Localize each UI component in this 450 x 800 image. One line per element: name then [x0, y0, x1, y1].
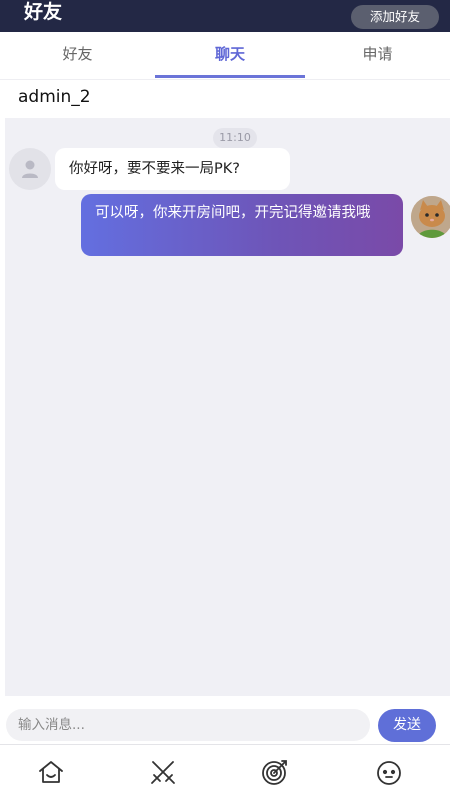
nav-profile[interactable] — [374, 757, 404, 787]
tab-chat[interactable]: 聊天 — [155, 32, 305, 78]
page-title: 好友 — [24, 1, 63, 23]
target-icon — [262, 760, 287, 785]
tab-bar: 好友 聊天 申请 — [0, 32, 450, 80]
composer-bar: 发送 — [0, 700, 450, 744]
message-bubble-outgoing: 可以呀，你来开房间吧，开完记得邀请我哦 — [81, 194, 403, 256]
partner-avatar[interactable] — [9, 148, 51, 190]
home-icon — [39, 761, 63, 783]
message-list[interactable]: 11:10 你好呀，要不要来一局PK? 可以呀，你来开房间吧，开完记得邀请我哦 — [5, 118, 450, 696]
message-bubble-incoming: 你好呀，要不要来一局PK? — [55, 148, 290, 190]
tab-friends[interactable]: 好友 — [0, 32, 155, 78]
message-input[interactable] — [6, 709, 370, 741]
add-friend-button[interactable]: 添加好友 — [351, 5, 439, 29]
chat-partner-name: admin_2 — [18, 87, 91, 107]
nav-battle[interactable] — [148, 757, 178, 787]
tab-requests[interactable]: 申请 — [305, 32, 450, 78]
user-placeholder-icon — [22, 160, 38, 178]
my-avatar[interactable] — [411, 196, 450, 238]
message-timestamp: 11:10 — [213, 128, 257, 148]
bottom-navigation — [0, 744, 450, 800]
active-tab-indicator — [155, 75, 305, 78]
crossed-swords-icon — [151, 761, 175, 784]
nav-challenge[interactable] — [260, 757, 290, 787]
cat-avatar-image — [411, 196, 450, 238]
chat-header: admin_2 — [0, 80, 450, 118]
nav-home[interactable] — [36, 757, 66, 787]
smiley-icon — [377, 761, 401, 785]
send-button[interactable]: 发送 — [378, 709, 436, 742]
app-header: 好友 添加好友 — [0, 0, 450, 32]
